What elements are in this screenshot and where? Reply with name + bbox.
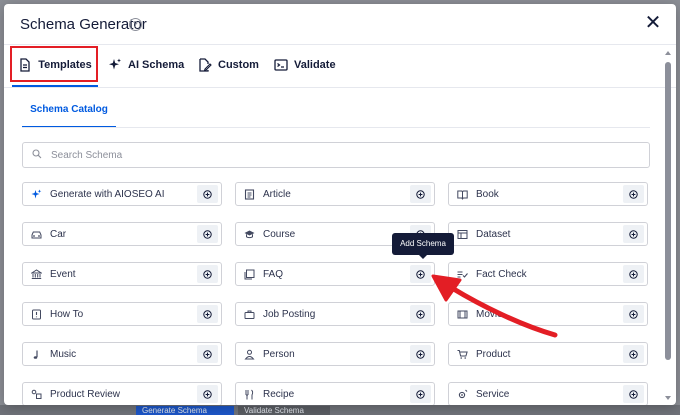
annotation-arrow bbox=[431, 274, 558, 338]
